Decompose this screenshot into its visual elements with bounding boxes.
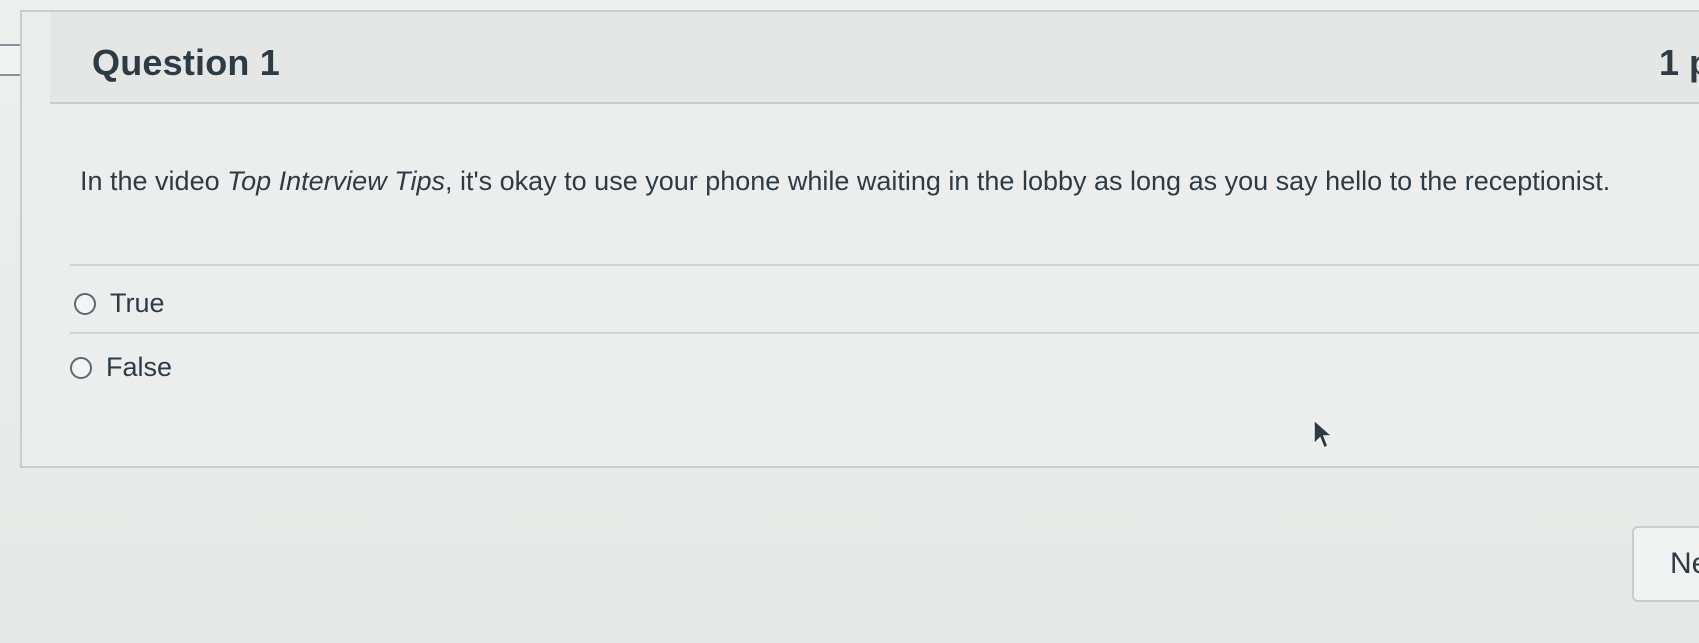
next-button[interactable]: Ne — [1632, 526, 1699, 602]
question-card: Question 1 1 p In the video Top Intervie… — [20, 10, 1699, 468]
answer-false[interactable]: False — [70, 352, 172, 383]
question-text-after: , it's okay to use your phone while wait… — [444, 166, 1611, 196]
question-points: 1 p — [1659, 42, 1699, 83]
quiz-page: Question 1 1 p In the video Top Intervie… — [0, 0, 1699, 643]
answer-true-label: True — [110, 288, 165, 318]
mouse-pointer-icon — [1313, 418, 1334, 450]
question-header: Question 1 1 p — [50, 12, 1699, 104]
question-title: Question 1 — [92, 42, 281, 83]
video-title: Top Interview Tips — [227, 166, 445, 196]
answer-true[interactable]: True — [74, 288, 165, 319]
answer-false-radio[interactable] — [70, 356, 92, 379]
answer-false-label: False — [106, 352, 173, 382]
question-text-before: In the video — [80, 166, 228, 196]
answer-true-radio[interactable] — [74, 292, 96, 315]
answer-divider-middle — [70, 332, 1699, 334]
question-text: In the video Top Interview Tips, it's ok… — [80, 157, 1680, 205]
answer-divider-top — [70, 264, 1699, 266]
